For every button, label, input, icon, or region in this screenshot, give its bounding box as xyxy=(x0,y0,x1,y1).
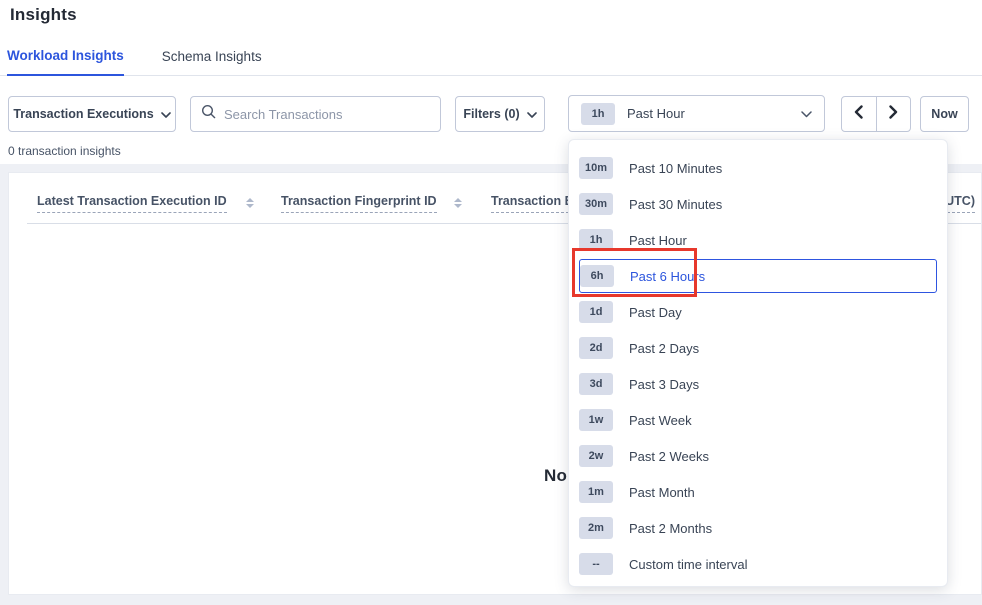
time-interval-select[interactable]: 1h Past Hour xyxy=(568,95,825,132)
time-option-label: Past 2 Weeks xyxy=(629,449,709,464)
chevron-down-icon xyxy=(161,107,171,121)
tab-bar: Workload Insights Schema Insights xyxy=(0,0,982,76)
time-option-past-6-hours[interactable]: 6h Past 6 Hours xyxy=(579,259,937,293)
time-option-label: Past Week xyxy=(629,413,692,428)
time-option-past-3-days[interactable]: 3d Past 3 Days xyxy=(569,366,947,402)
workload-type-select[interactable]: Transaction Executions xyxy=(8,96,176,132)
time-option-label: Past 2 Months xyxy=(629,521,712,536)
time-option-badge: -- xyxy=(579,553,613,575)
time-option-past-2-months[interactable]: 2m Past 2 Months xyxy=(569,510,947,546)
sort-icon[interactable] xyxy=(246,198,254,208)
time-option-past-30-minutes[interactable]: 30m Past 30 Minutes xyxy=(569,186,947,222)
insights-count: 0 transaction insights xyxy=(8,144,121,158)
time-option-badge: 30m xyxy=(579,193,613,215)
time-option-label: Past Day xyxy=(629,305,682,320)
time-option-past-week[interactable]: 1w Past Week xyxy=(569,402,947,438)
time-option-label: Past 2 Days xyxy=(629,341,699,356)
time-interval-dropdown: 10m Past 10 Minutes 30m Past 30 Minutes … xyxy=(568,139,948,587)
time-option-label: Past 10 Minutes xyxy=(629,161,722,176)
time-option-label: Past 30 Minutes xyxy=(629,197,722,212)
search-input[interactable] xyxy=(224,107,430,122)
time-option-label: Past Hour xyxy=(629,233,687,248)
chevron-down-icon xyxy=(527,107,537,121)
previous-range-button[interactable] xyxy=(842,97,877,131)
time-option-badge: 10m xyxy=(579,157,613,179)
chevron-right-icon xyxy=(887,105,899,124)
time-option-badge: 1w xyxy=(579,409,613,431)
time-option-past-day[interactable]: 1d Past Day xyxy=(569,294,947,330)
time-option-badge: 3d xyxy=(579,373,613,395)
time-option-badge: 1d xyxy=(579,301,613,323)
time-option-past-hour[interactable]: 1h Past Hour xyxy=(569,222,947,258)
time-option-past-2-days[interactable]: 2d Past 2 Days xyxy=(569,330,947,366)
filters-label: Filters (0) xyxy=(463,107,519,121)
insights-page: Workload Insights Schema Insights Insigh… xyxy=(0,0,982,605)
column-header-transaction-fingerprint-id[interactable]: Transaction Fingerprint ID xyxy=(281,194,437,213)
workload-type-label: Transaction Executions xyxy=(13,107,153,121)
page-title: Insights xyxy=(10,5,77,25)
time-option-badge: 1m xyxy=(579,481,613,503)
time-option-badge: 2w xyxy=(579,445,613,467)
time-range-stepper xyxy=(841,96,911,132)
time-interval-badge: 1h xyxy=(581,103,615,125)
chevron-left-icon xyxy=(853,105,865,124)
tab-schema-insights[interactable]: Schema Insights xyxy=(162,49,262,75)
next-range-button[interactable] xyxy=(877,97,911,131)
time-interval-label: Past Hour xyxy=(627,106,685,121)
column-header-latest-transaction-execution-id[interactable]: Latest Transaction Execution ID xyxy=(37,194,227,213)
time-option-past-month[interactable]: 1m Past Month xyxy=(569,474,947,510)
tab-workload-insights[interactable]: Workload Insights xyxy=(7,48,124,76)
search-box xyxy=(190,96,441,132)
time-option-badge: 2d xyxy=(579,337,613,359)
time-option-badge: 2m xyxy=(579,517,613,539)
time-option-label: Past 3 Days xyxy=(629,377,699,392)
time-option-past-2-weeks[interactable]: 2w Past 2 Weeks xyxy=(569,438,947,474)
time-option-past-10-minutes[interactable]: 10m Past 10 Minutes xyxy=(569,150,947,186)
filters-button[interactable]: Filters (0) xyxy=(455,96,545,132)
time-option-label: Past 6 Hours xyxy=(630,269,705,284)
time-option-label: Past Month xyxy=(629,485,695,500)
sort-icon[interactable] xyxy=(454,198,462,208)
chevron-down-icon xyxy=(801,105,812,123)
search-icon xyxy=(201,104,216,124)
time-option-label: Custom time interval xyxy=(629,557,747,572)
time-option-badge: 1h xyxy=(579,229,613,251)
now-button[interactable]: Now xyxy=(920,96,969,132)
time-option-badge: 6h xyxy=(580,265,614,287)
time-option-custom-time-interval[interactable]: -- Custom time interval xyxy=(569,546,947,582)
